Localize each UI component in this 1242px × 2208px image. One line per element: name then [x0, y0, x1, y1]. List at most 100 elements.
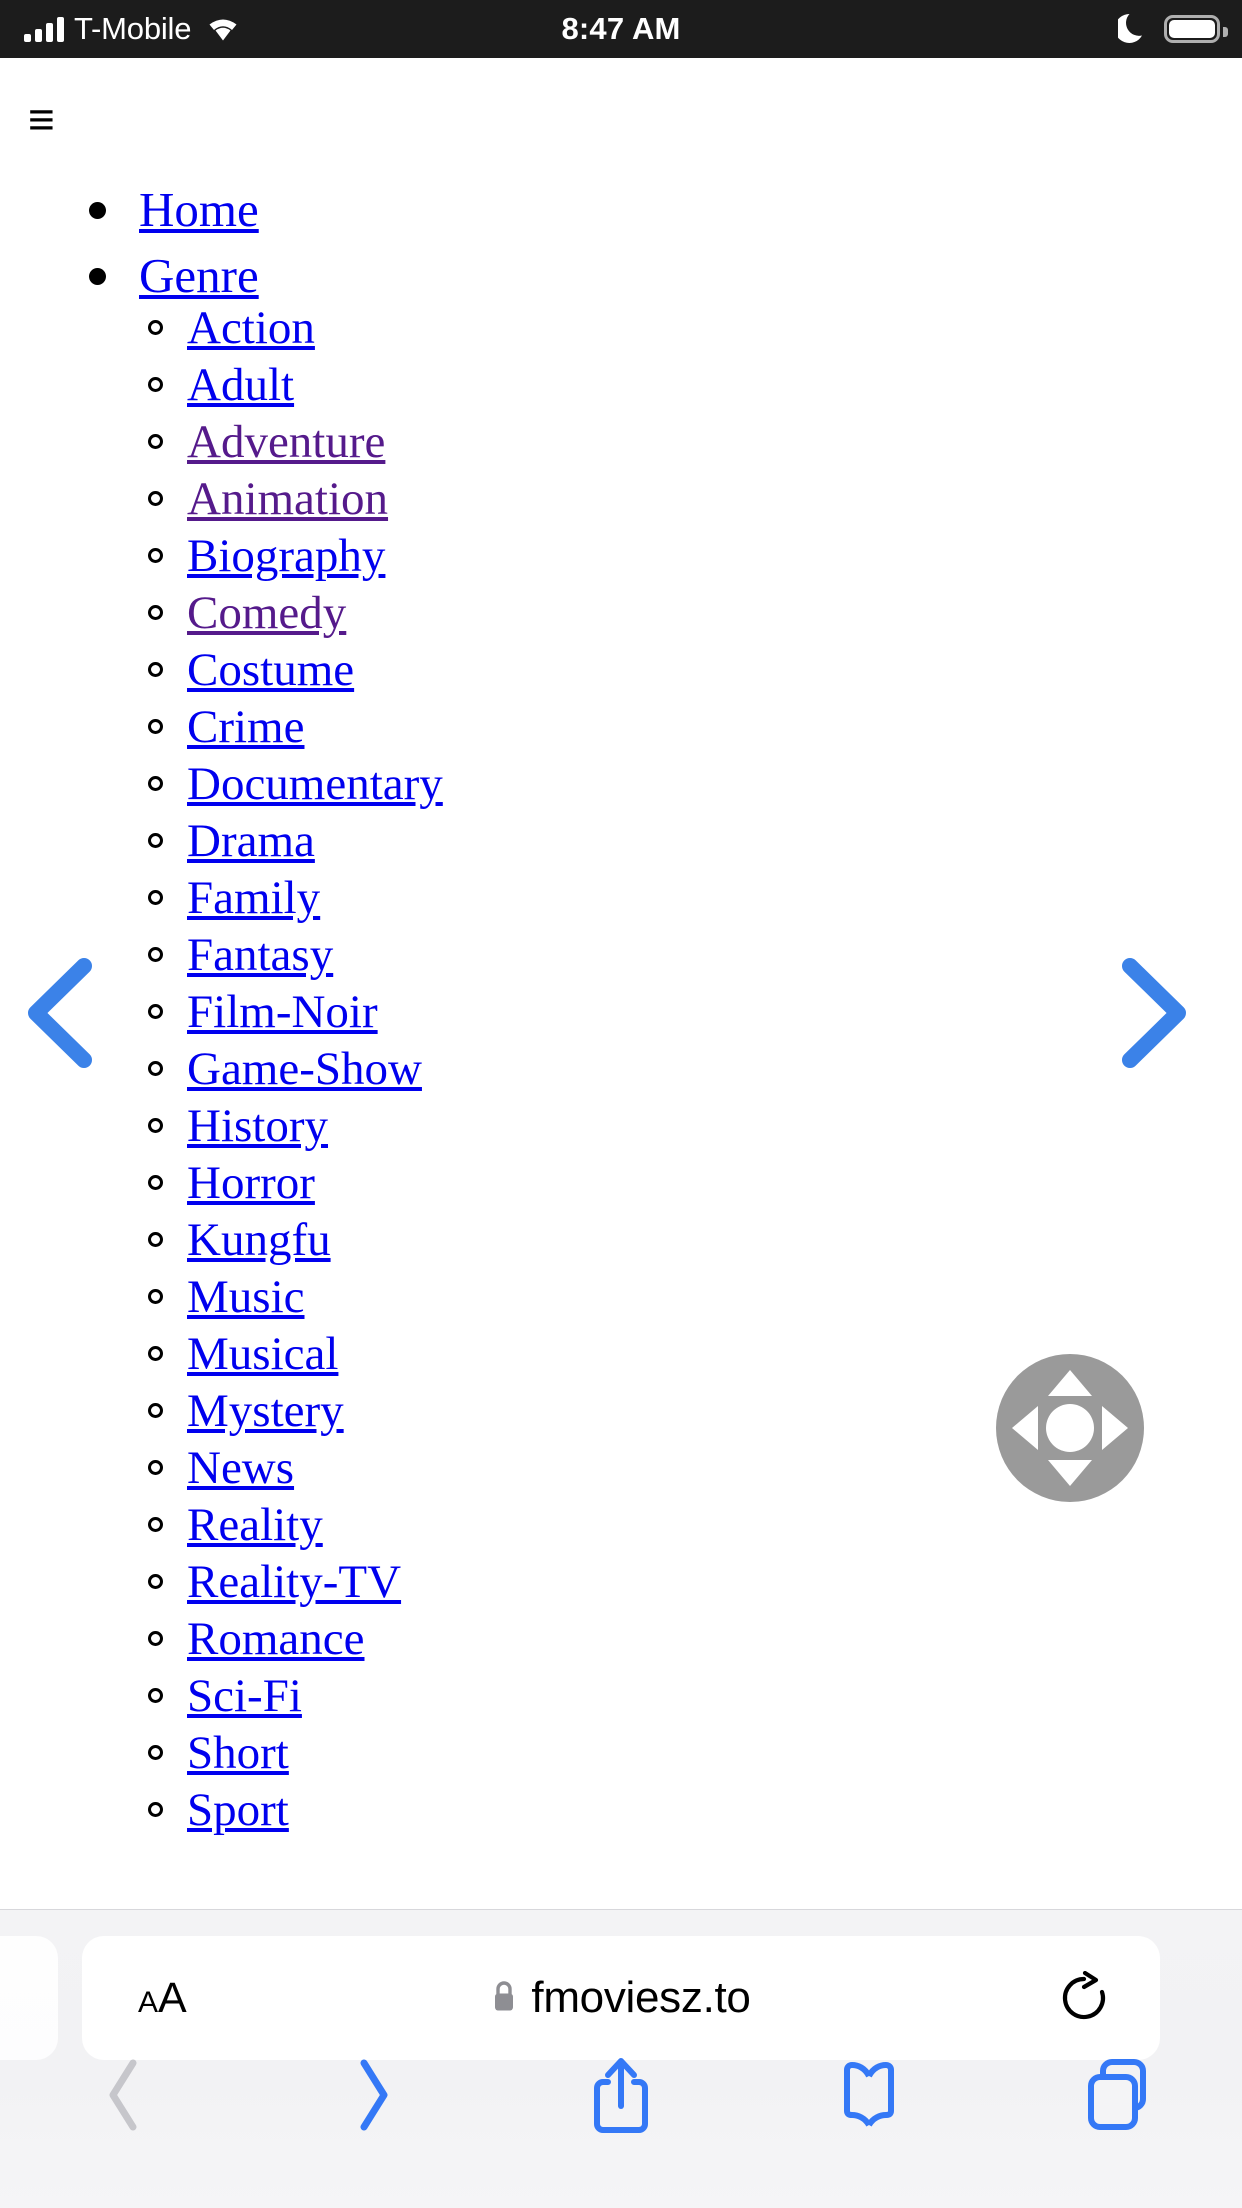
url-text: fmoviesz.to — [531, 1973, 751, 2022]
bullet-circle-icon — [148, 1403, 163, 1418]
bullet-circle-icon — [148, 1061, 163, 1076]
moon-icon — [1114, 11, 1148, 48]
genre-list-item[interactable]: Biography — [139, 528, 1242, 585]
genre-sublist: Action Adult Adventure Animation Biography Co… — [139, 300, 1242, 1839]
genre-link-adventure[interactable]: Adventure — [187, 414, 385, 471]
genre-list-item[interactable]: Adventure — [139, 414, 1242, 471]
bullet-circle-icon — [148, 833, 163, 848]
genre-link-comedy[interactable]: Comedy — [187, 585, 346, 642]
nav-item-genre[interactable]: Genre Action Adult Adventure Animation Biogr… — [0, 246, 1242, 1839]
hamburger-menu-icon[interactable]: ≡ — [28, 96, 55, 142]
genre-link-short[interactable]: Short — [187, 1725, 289, 1782]
genre-link-costume[interactable]: Costume — [187, 642, 354, 699]
share-button[interactable] — [497, 2054, 745, 2136]
genre-list-item[interactable]: Drama — [139, 813, 1242, 870]
genre-list-item[interactable]: Horror — [139, 1155, 1242, 1212]
genre-link-documentary[interactable]: Documentary — [187, 756, 443, 813]
bullet-disc-icon — [89, 202, 106, 219]
genre-link-news[interactable]: News — [187, 1440, 294, 1497]
genre-list-item[interactable]: Action — [139, 300, 1242, 357]
bullet-circle-icon — [148, 1517, 163, 1532]
bullet-circle-icon — [148, 1118, 163, 1133]
genre-link-reality-tv[interactable]: Reality-TV — [187, 1554, 401, 1611]
genre-link-sport[interactable]: Sport — [187, 1782, 289, 1839]
status-bar-time: 8:47 AM — [561, 11, 681, 46]
forward-button[interactable] — [248, 2057, 496, 2133]
dpad-icon[interactable] — [990, 1348, 1150, 1508]
genre-link-adult[interactable]: Adult — [187, 357, 294, 414]
nav-link-genre[interactable]: Genre — [139, 246, 259, 306]
genre-list-item[interactable]: Sport — [139, 1782, 1242, 1839]
genre-list-item[interactable]: Comedy — [139, 585, 1242, 642]
status-bar: T-Mobile 8:47 AM — [0, 0, 1242, 58]
main-nav-list: Home Genre Action Adult Adventure Animation… — [0, 180, 1242, 1845]
url-display[interactable]: fmoviesz.to — [82, 1973, 1160, 2023]
genre-list-item[interactable]: Music — [139, 1269, 1242, 1326]
genre-link-sci-fi[interactable]: Sci-Fi — [187, 1668, 302, 1725]
genre-link-music[interactable]: Music — [187, 1269, 305, 1326]
genre-list-item[interactable]: Fantasy — [139, 927, 1242, 984]
genre-link-biography[interactable]: Biography — [187, 528, 385, 585]
bullet-circle-icon — [148, 662, 163, 677]
bullet-circle-icon — [148, 890, 163, 905]
genre-list-item[interactable]: Family — [139, 870, 1242, 927]
genre-link-musical[interactable]: Musical — [187, 1326, 338, 1383]
genre-link-film-noir[interactable]: Film-Noir — [187, 984, 378, 1041]
genre-list-item[interactable]: Film-Noir — [139, 984, 1242, 1041]
nav-item-home[interactable]: Home — [0, 180, 1242, 240]
genre-link-family[interactable]: Family — [187, 870, 320, 927]
genre-link-history[interactable]: History — [187, 1098, 328, 1155]
bullet-circle-icon — [148, 434, 163, 449]
bullet-circle-icon — [148, 377, 163, 392]
bullet-circle-icon — [148, 548, 163, 563]
bullet-disc-icon — [89, 268, 106, 285]
bullet-circle-icon — [148, 1688, 163, 1703]
genre-link-horror[interactable]: Horror — [187, 1155, 315, 1212]
genre-link-reality[interactable]: Reality — [187, 1497, 323, 1554]
nav-link-home[interactable]: Home — [139, 180, 259, 240]
genre-list-item[interactable]: Sci-Fi — [139, 1668, 1242, 1725]
bullet-circle-icon — [148, 1232, 163, 1247]
battery-full-icon — [1164, 15, 1228, 43]
tabs-button[interactable] — [994, 2057, 1242, 2133]
genre-list-item[interactable]: Costume — [139, 642, 1242, 699]
status-bar-right — [1114, 0, 1228, 58]
bullet-circle-icon — [148, 1346, 163, 1361]
bullet-circle-icon — [148, 1289, 163, 1304]
bullet-circle-icon — [148, 1631, 163, 1646]
chevron-right-icon — [360, 2059, 388, 2131]
genre-link-animation[interactable]: Animation — [187, 471, 388, 528]
genre-link-drama[interactable]: Drama — [187, 813, 315, 870]
genre-link-game-show[interactable]: Game-Show — [187, 1041, 422, 1098]
bookmarks-button[interactable] — [745, 2060, 993, 2130]
genre-list-item[interactable]: Kungfu — [139, 1212, 1242, 1269]
genre-list-item[interactable]: History — [139, 1098, 1242, 1155]
genre-link-action[interactable]: Action — [187, 300, 315, 357]
genre-list-item[interactable]: Documentary — [139, 756, 1242, 813]
tabs-icon — [1087, 2059, 1146, 2130]
bullet-circle-icon — [148, 719, 163, 734]
lock-icon — [491, 1979, 517, 2018]
genre-list-item[interactable]: Animation — [139, 471, 1242, 528]
bullet-circle-icon — [148, 1004, 163, 1019]
genre-list-item[interactable]: Game-Show — [139, 1041, 1242, 1098]
genre-link-crime[interactable]: Crime — [187, 699, 304, 756]
bullet-circle-icon — [148, 1574, 163, 1589]
genre-link-mystery[interactable]: Mystery — [187, 1383, 344, 1440]
safari-bottom-chrome: A A fmoviesz.to — [0, 1909, 1242, 2208]
reload-icon[interactable] — [1060, 1971, 1108, 2025]
genre-list-item[interactable]: Reality-TV — [139, 1554, 1242, 1611]
genre-list-item[interactable]: Crime — [139, 699, 1242, 756]
iphone-screen: T-Mobile 8:47 AM ≡ Home Genre Action Adu… — [0, 0, 1242, 2208]
genre-link-romance[interactable]: Romance — [187, 1611, 365, 1668]
genre-link-kungfu[interactable]: Kungfu — [187, 1212, 331, 1269]
share-icon — [594, 2058, 649, 2133]
bullet-circle-icon — [148, 776, 163, 791]
genre-link-fantasy[interactable]: Fantasy — [187, 927, 333, 984]
back-button[interactable] — [0, 2057, 248, 2133]
bullet-circle-icon — [148, 320, 163, 335]
genre-list-item[interactable]: Short — [139, 1725, 1242, 1782]
genre-list-item[interactable]: Romance — [139, 1611, 1242, 1668]
genre-list-item[interactable]: Adult — [139, 357, 1242, 414]
bullet-circle-icon — [148, 1802, 163, 1817]
